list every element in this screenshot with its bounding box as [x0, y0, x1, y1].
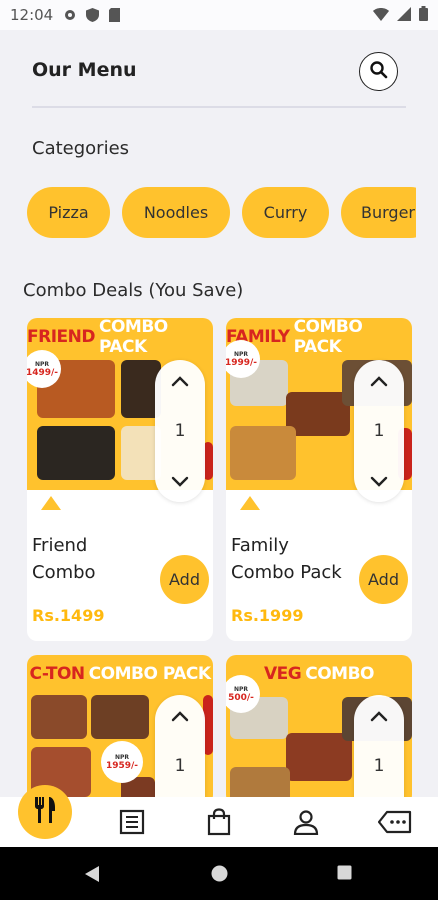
status-bar: 12:04	[0, 0, 438, 30]
signal-icon	[397, 6, 411, 25]
add-button[interactable]: Add	[359, 555, 408, 604]
combo-name: Family Combo Pack	[231, 535, 342, 583]
profile-icon	[293, 809, 319, 839]
app-root: 12:04 Our Menu Categories Pizza Noodles …	[0, 0, 438, 900]
category-chip-noodles[interactable]: Noodles	[122, 187, 230, 238]
food-photo	[286, 733, 352, 781]
home-button[interactable]	[211, 865, 228, 886]
chevron-down-icon[interactable]	[369, 474, 389, 488]
combo-image: FAMILY COMBO PACK NPR 1999/- 1	[226, 318, 412, 518]
food-photo	[230, 426, 296, 480]
combo-price: Rs.1999	[231, 606, 304, 625]
gear-icon	[63, 8, 77, 22]
restaurant-icon	[32, 796, 58, 828]
chevron-up-icon[interactable]	[170, 374, 190, 388]
combo-banner: FRIEND COMBO PACK	[27, 318, 168, 357]
quantity-value: 1	[373, 421, 385, 441]
chevron-up-icon[interactable]	[369, 709, 389, 723]
combo-name: Friend Combo	[32, 535, 96, 583]
shield-icon	[85, 8, 99, 22]
status-time: 12:04	[10, 6, 54, 24]
nav-more[interactable]	[377, 810, 412, 838]
sim-icon	[107, 8, 121, 22]
nav-profile[interactable]	[292, 810, 320, 838]
category-chip-pizza[interactable]: Pizza	[27, 187, 110, 238]
nav-cart[interactable]	[205, 808, 233, 840]
brand-logo	[41, 496, 61, 510]
back-button[interactable]	[84, 865, 100, 887]
combo-card-family[interactable]: FAMILY COMBO PACK NPR 1999/- 1 Family Co…	[226, 318, 412, 641]
quantity-stepper: 1	[354, 360, 404, 502]
combo-image: VEG COMBO NPR 500/- 1	[226, 655, 412, 805]
food-photo	[31, 695, 87, 739]
quantity-value: 1	[174, 421, 186, 441]
nav-menu-list[interactable]	[118, 809, 146, 839]
search-button[interactable]	[359, 52, 398, 91]
brand-logo	[240, 496, 260, 510]
combo-heading: Combo Deals (You Save)	[23, 280, 244, 301]
shopping-bag-icon	[206, 808, 232, 840]
combo-card-c-ton[interactable]: C-TON COMBO PACK NPR 1959/- 1	[27, 655, 213, 805]
combo-banner: C-TON COMBO PACK	[29, 664, 211, 684]
food-photo	[37, 426, 115, 480]
category-chip-curry[interactable]: Curry	[242, 187, 329, 238]
combo-image: C-TON COMBO PACK NPR 1959/- 1	[27, 655, 213, 805]
chevron-up-icon[interactable]	[170, 709, 190, 723]
chevron-down-icon[interactable]	[170, 474, 190, 488]
category-chip-burger[interactable]: Burger	[341, 187, 416, 238]
recents-square-icon	[337, 865, 352, 884]
combo-card-veg[interactable]: VEG COMBO NPR 500/- 1	[226, 655, 412, 805]
nav-restaurant[interactable]	[18, 785, 72, 839]
food-photo	[91, 695, 149, 739]
combo-price: Rs.1499	[32, 606, 105, 625]
menu-list-icon	[119, 809, 145, 839]
wifi-icon	[373, 7, 389, 25]
battery-icon	[419, 6, 428, 25]
quantity-value: 1	[373, 756, 385, 776]
header-divider	[32, 106, 406, 108]
system-nav-bar	[0, 847, 438, 900]
quantity-value: 1	[174, 756, 186, 776]
back-triangle-icon	[84, 865, 100, 887]
quantity-stepper: 1	[155, 695, 205, 805]
categories-heading: Categories	[32, 138, 130, 159]
page-title: Our Menu	[32, 59, 137, 81]
status-right	[373, 6, 428, 25]
category-list: Pizza Noodles Curry Burger	[27, 187, 416, 238]
quantity-stepper: 1	[155, 360, 205, 502]
header: Our Menu	[32, 52, 398, 92]
search-icon	[369, 60, 389, 84]
quantity-stepper: 1	[354, 695, 404, 805]
recents-button[interactable]	[337, 865, 352, 884]
home-circle-icon	[211, 865, 228, 886]
add-button[interactable]: Add	[160, 555, 209, 604]
bottom-nav	[0, 785, 438, 847]
combo-image: FRIEND COMBO PACK NPR 1499/- 1	[27, 318, 213, 518]
chevron-up-icon[interactable]	[369, 374, 389, 388]
more-tag-icon	[377, 810, 412, 838]
combo-card-friend[interactable]: FRIEND COMBO PACK NPR 1499/- 1 Friend Co…	[27, 318, 213, 641]
price-tag: NPR 1959/-	[101, 741, 143, 783]
